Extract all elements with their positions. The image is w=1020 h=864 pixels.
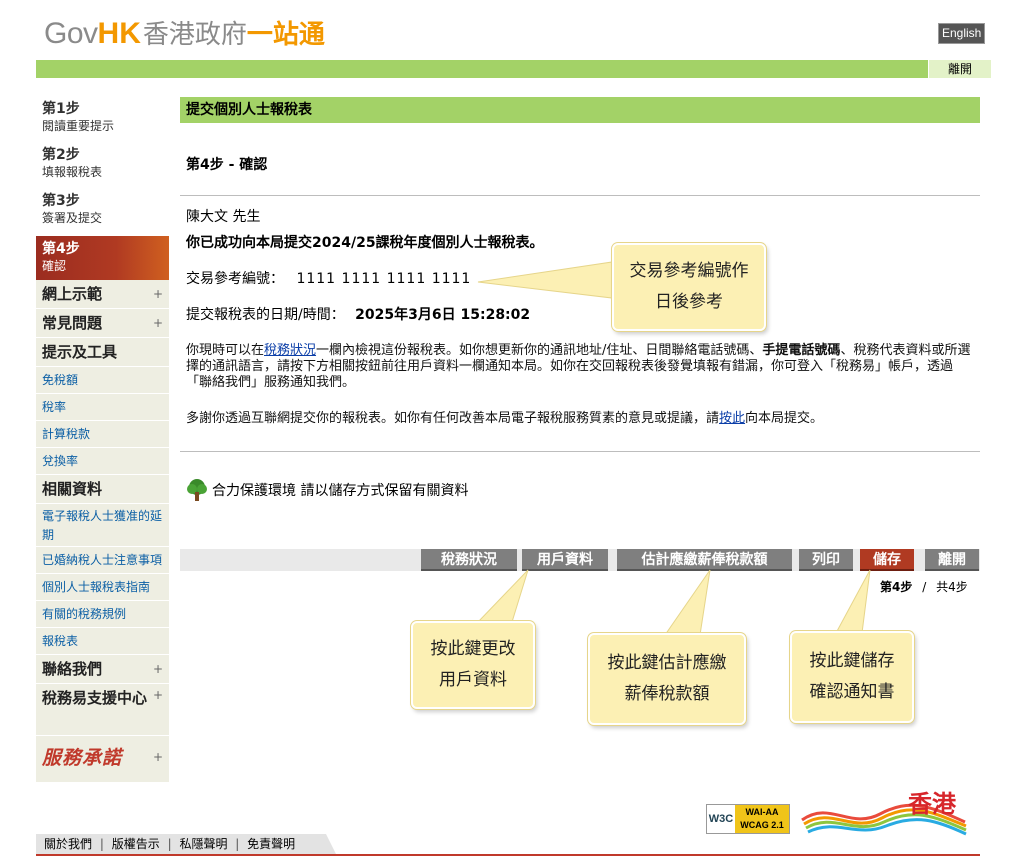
brand-text: 香港 — [908, 790, 956, 818]
footer-link-copyright[interactable]: 版權告示 — [112, 837, 160, 851]
brand-hong-kong-logo: 香港 — [800, 786, 970, 836]
footer-link-disclaimer[interactable]: 免責聲明 — [247, 837, 295, 851]
callout-reference: 交易參考編號作 日後參考 — [612, 243, 766, 331]
callout-pointers — [476, 261, 871, 636]
callout-line: 按此鍵估計應繳 — [607, 653, 727, 673]
callout-line: 交易參考編號作 — [629, 261, 749, 281]
wcag-badge[interactable]: W3C WAI-AA WCAG 2.1 — [706, 804, 790, 834]
footer-link-privacy[interactable]: 私隱聲明 — [179, 837, 227, 851]
wcag-line: WCAG 2.1 — [740, 820, 784, 830]
callout-line: 薪俸稅款額 — [624, 684, 710, 704]
callout-line: 用戶資料 — [439, 670, 507, 690]
callout-line: 確認通知書 — [809, 682, 895, 702]
wcag-level: WAI-AA WCAG 2.1 — [735, 805, 789, 833]
callout-user-info: 按此鍵更改 用戶資料 — [411, 621, 535, 709]
callout-line: 按此鍵更改 — [430, 639, 516, 659]
footer-link-about[interactable]: 關於我們 — [44, 837, 92, 851]
footer-red-line — [36, 854, 980, 856]
callout-line: 按此鍵儲存 — [809, 651, 895, 671]
w3c-logo: W3C — [708, 813, 734, 825]
callout-line: 日後參考 — [655, 292, 723, 312]
wcag-line: WAI-AA — [745, 807, 779, 817]
footer-links: 關於我們 | 版權告示 | 私隱聲明 | 免責聲明 — [36, 834, 336, 854]
callout-estimate: 按此鍵估計應繳 薪俸稅款額 — [588, 633, 746, 725]
callout-save: 按此鍵儲存 確認通知書 — [790, 631, 914, 723]
